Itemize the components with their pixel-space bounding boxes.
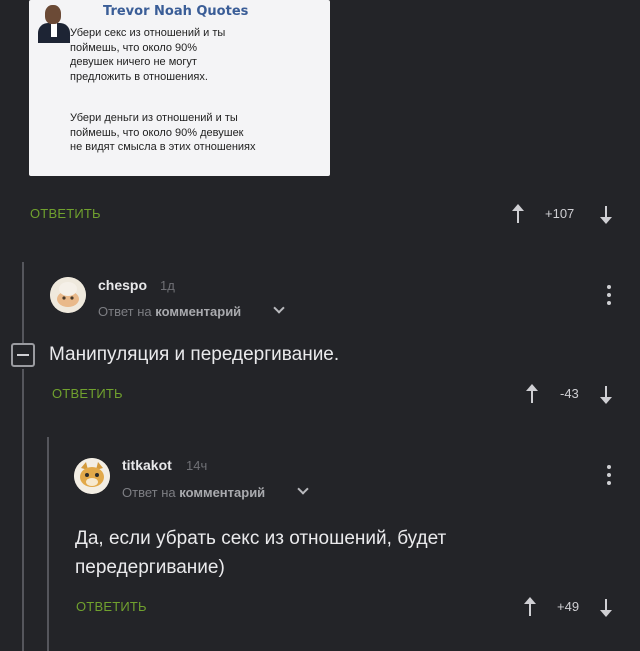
- comment-author[interactable]: titkakot: [122, 457, 172, 473]
- comment-author[interactable]: chespo: [98, 277, 147, 293]
- comment-reply-button[interactable]: ОТВЕТИТЬ: [76, 599, 147, 614]
- avatar[interactable]: [74, 458, 110, 494]
- more-vert-icon[interactable]: [607, 285, 611, 305]
- comment-text: Манипуляция и передергивание.: [49, 344, 340, 365]
- thread-line[interactable]: [22, 262, 24, 343]
- avatar-image: [74, 458, 110, 494]
- quote-paragraph-2: Убери деньги из отношений и ты поймешь, …: [70, 112, 256, 153]
- reply-to-target: комментарий: [155, 304, 242, 319]
- collapse-minus-icon[interactable]: [11, 343, 35, 367]
- avatar-image: [50, 277, 86, 313]
- comment-time: 14ч: [186, 458, 208, 473]
- upvote-arrow-icon[interactable]: [524, 597, 536, 617]
- downvote-arrow-icon[interactable]: [600, 597, 612, 617]
- comment-time: 1д: [160, 278, 175, 293]
- reply-to-prefix: Ответ на: [122, 485, 176, 500]
- reply-to-link[interactable]: Ответ на комментарий: [98, 304, 241, 319]
- thread-line-nested[interactable]: [47, 437, 49, 651]
- upvote-arrow-icon[interactable]: [512, 204, 524, 224]
- post-score: +107: [545, 206, 575, 221]
- quote-title: Trevor Noah Quotes: [103, 4, 249, 19]
- post-reply-button[interactable]: ОТВЕТИТЬ: [30, 206, 101, 221]
- chevron-down-icon[interactable]: [297, 483, 309, 495]
- thread-line[interactable]: [22, 369, 24, 651]
- reply-to-prefix: Ответ на: [98, 304, 152, 319]
- reply-to-target: комментарий: [179, 485, 266, 500]
- comment-text: Да, если убрать секс из отношений, будет…: [75, 528, 447, 578]
- avatar[interactable]: [50, 277, 86, 313]
- quote-paragraph-1: Убери секс из отношений и ты поймешь, чт…: [70, 27, 226, 83]
- downvote-arrow-icon[interactable]: [600, 384, 612, 404]
- downvote-arrow-icon[interactable]: [600, 204, 612, 224]
- quote-image[interactable]: Trevor Noah Quotes Убери секс из отношен…: [29, 0, 330, 176]
- more-vert-icon[interactable]: [607, 465, 611, 485]
- comment-reply-button[interactable]: ОТВЕТИТЬ: [52, 386, 123, 401]
- comment-score: -43: [560, 386, 579, 401]
- reply-to-link[interactable]: Ответ на комментарий: [122, 485, 265, 500]
- upvote-arrow-icon[interactable]: [526, 384, 538, 404]
- chevron-down-icon[interactable]: [273, 302, 285, 314]
- comment-score: +49: [557, 599, 580, 614]
